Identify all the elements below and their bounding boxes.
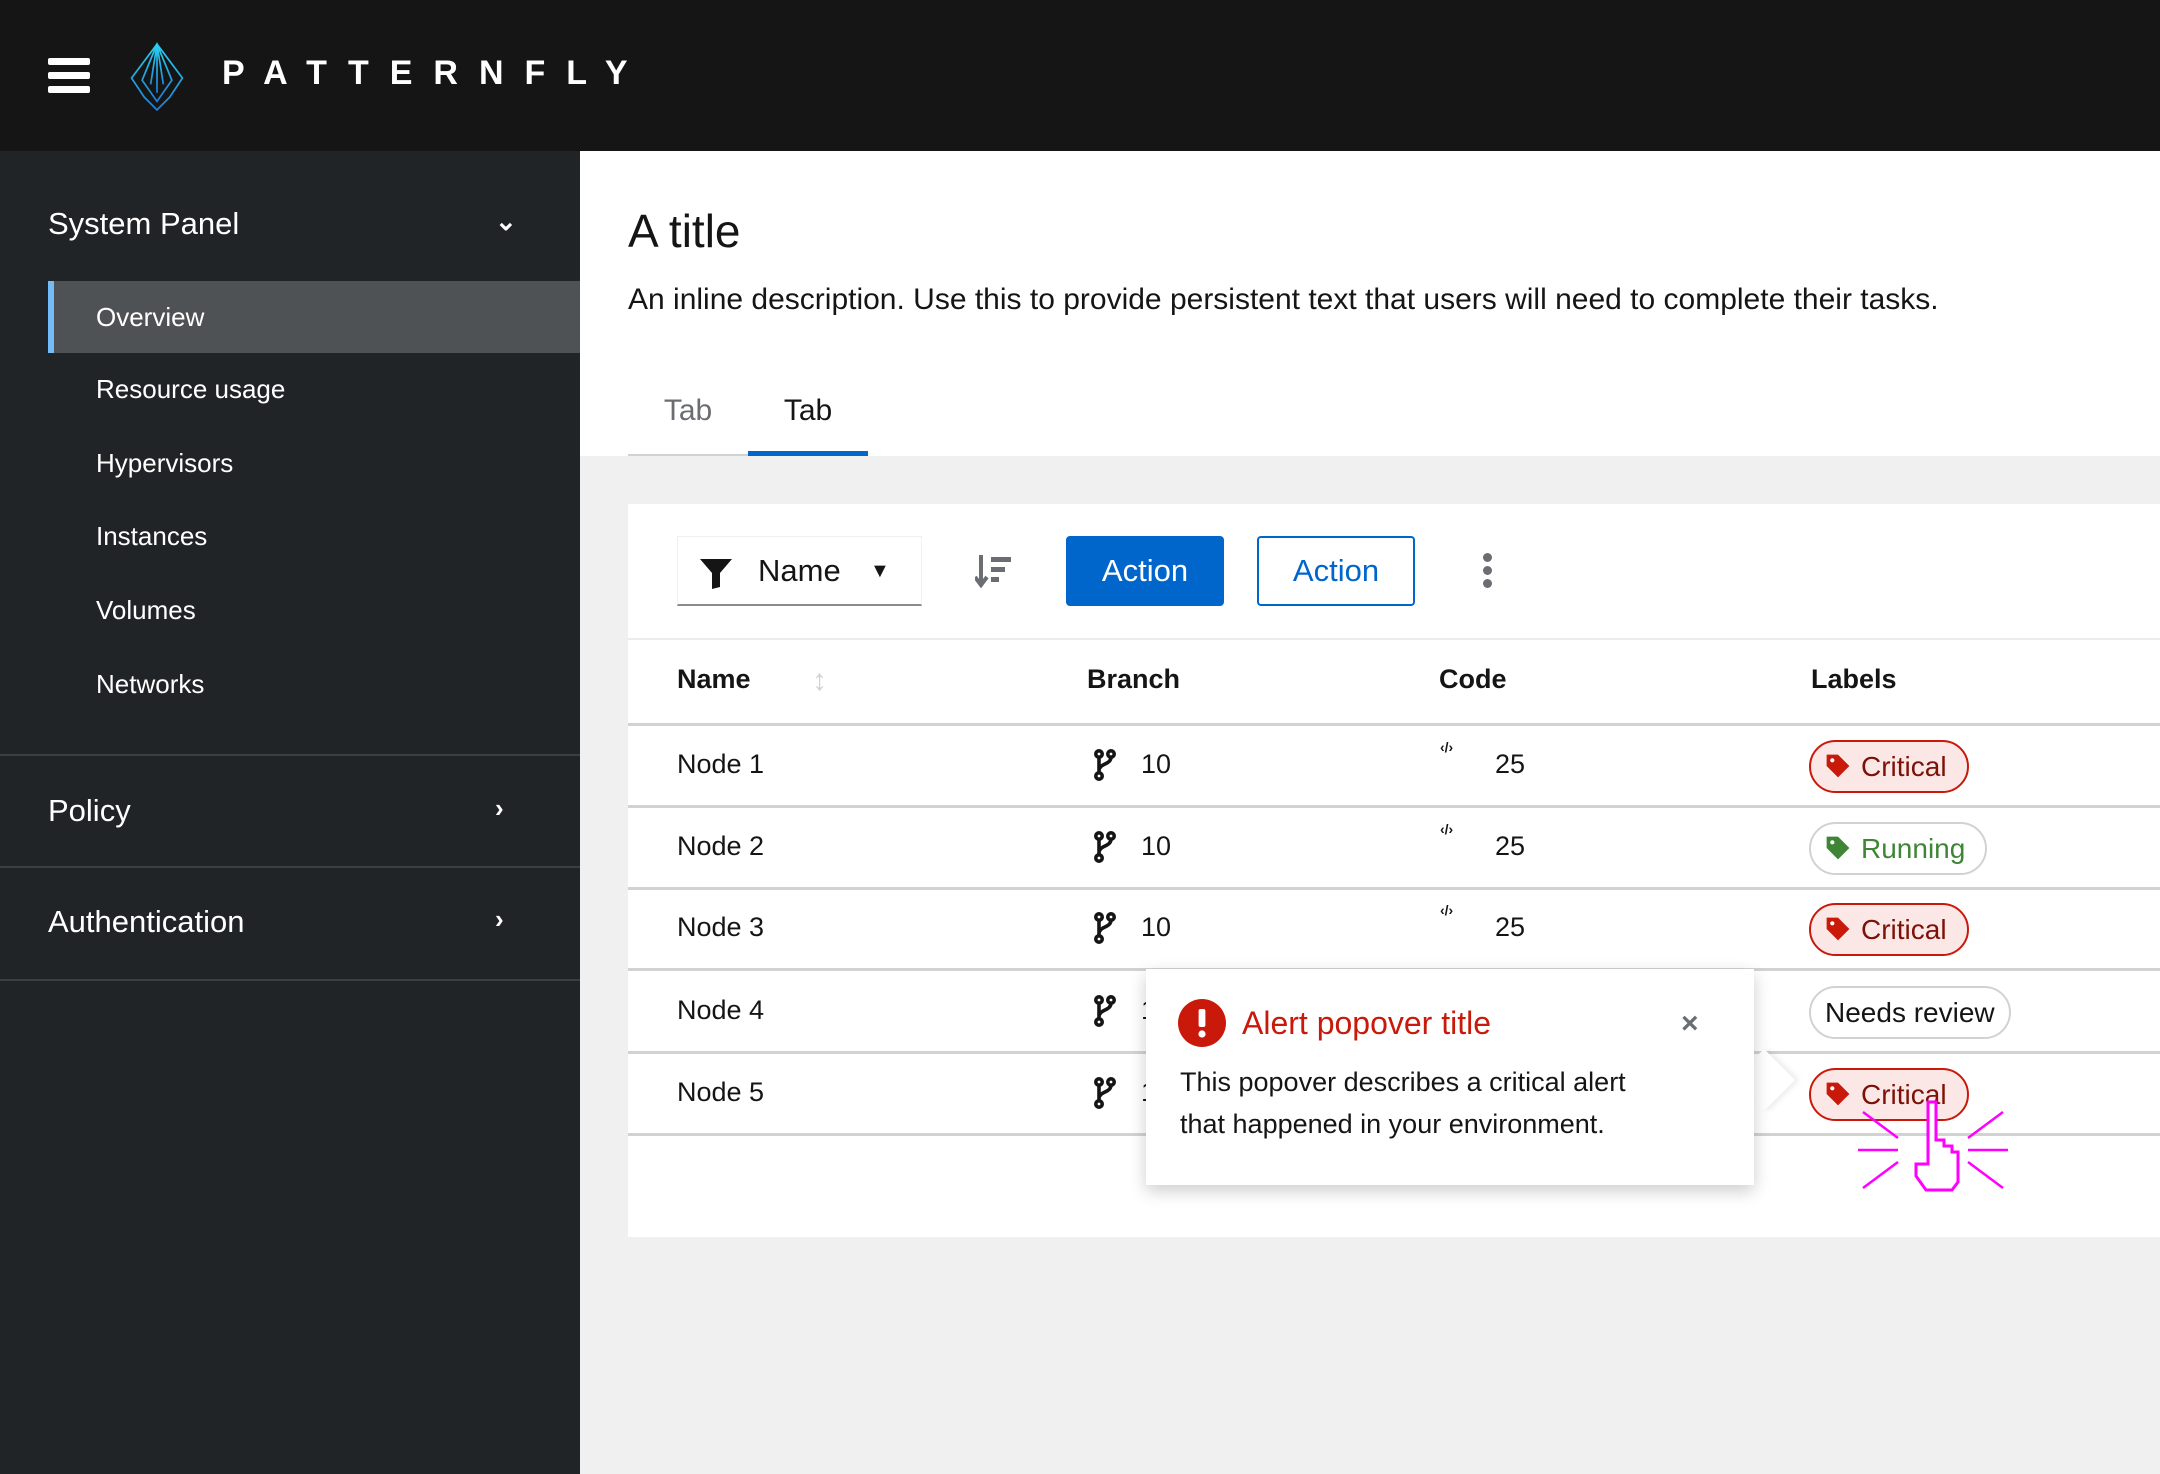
label-text: Needs review <box>1825 997 1995 1028</box>
tag-icon <box>1826 1082 1850 1106</box>
caret-down-icon: ▼ <box>870 560 890 582</box>
cell-branch: 10 <box>1141 912 1172 942</box>
label-critical[interactable]: Critical <box>1809 903 1969 956</box>
hamburger-menu-icon[interactable] <box>48 58 90 94</box>
pointer-cursor-icon <box>1858 1100 2008 1192</box>
code-branch-icon-wrap <box>1093 748 1117 786</box>
kebab-menu-icon[interactable] <box>1478 553 1496 592</box>
page-title: A title <box>628 205 741 257</box>
sidebar-item-hypervisors[interactable]: Hypervisors <box>48 427 580 499</box>
sort-icon[interactable] <box>975 555 1013 589</box>
sort-arrows-icon[interactable]: ↕ <box>812 664 827 698</box>
code-branch-icon <box>1093 830 1117 863</box>
page-description: An inline description. Use this to provi… <box>628 283 1939 316</box>
exclamation-circle-icon <box>1178 999 1226 1047</box>
label-critical[interactable]: Critical <box>1809 740 1969 793</box>
sidebar-item-volumes[interactable]: Volumes <box>48 574 580 646</box>
tag-icon <box>1826 836 1850 860</box>
cell-name: Node 3 <box>677 912 765 942</box>
filter-icon <box>700 559 732 589</box>
tag-icon <box>1826 917 1850 941</box>
cell-name: Node 1 <box>677 749 765 779</box>
divider <box>628 638 2160 640</box>
code-branch-icon-wrap <box>1093 994 1117 1032</box>
cell-name: Node 5 <box>677 1077 765 1107</box>
cell-name: Node 2 <box>677 831 765 861</box>
code-branch-icon <box>1093 748 1117 781</box>
code-branch-icon-wrap <box>1093 830 1117 868</box>
column-header-code: Code <box>1439 664 1507 694</box>
code-icon: ‹/› <box>1440 821 1454 837</box>
nav-group-system-panel[interactable]: System Panel <box>48 206 239 242</box>
sidebar-item-instances[interactable]: Instances <box>48 500 580 572</box>
code-icon: ‹/› <box>1440 739 1454 755</box>
label-text: Running <box>1861 833 1966 864</box>
close-icon[interactable]: × <box>1681 1007 1699 1041</box>
divider <box>628 887 2160 890</box>
sidebar: System Panel ⌄ Overview Resource usage H… <box>0 151 580 1474</box>
alert-popover: Alert popover title × This popover descr… <box>1146 969 1754 1185</box>
column-header-branch: Branch <box>1087 664 1181 694</box>
column-header-labels: Labels <box>1811 664 1897 694</box>
cell-branch: 10 <box>1141 831 1172 861</box>
divider <box>628 805 2160 808</box>
cell-code: 25 <box>1495 912 1526 942</box>
masthead: PATTERNFLY <box>0 0 2160 151</box>
code-branch-icon-wrap <box>1093 911 1117 949</box>
cell-code: 25 <box>1495 831 1526 861</box>
chevron-down-icon[interactable]: ⌄ <box>495 206 517 237</box>
nav-group-authentication[interactable]: Authentication <box>48 904 244 940</box>
code-icon: ‹/› <box>1440 902 1454 918</box>
popover-title: Alert popover title <box>1242 1005 1492 1041</box>
column-header-name[interactable]: Name <box>677 664 751 695</box>
divider <box>0 754 580 756</box>
code-branch-icon <box>1093 911 1117 944</box>
label-neutral[interactable]: Needs review <box>1809 986 2011 1039</box>
label-text: Critical <box>1861 751 1947 782</box>
cell-code: 25 <box>1495 749 1526 779</box>
popover-body: This popover describes a critical alert … <box>1180 1067 1626 1139</box>
code-branch-icon-wrap <box>1093 1076 1117 1114</box>
chevron-right-icon[interactable]: › <box>495 793 504 824</box>
secondary-action-button[interactable]: Action <box>1257 536 1415 606</box>
sidebar-item-resource-usage[interactable]: Resource usage <box>48 353 580 425</box>
tag-icon <box>1826 754 1850 778</box>
sidebar-item-networks[interactable]: Networks <box>48 648 580 720</box>
filter-dropdown[interactable]: Name ▼ <box>677 536 922 606</box>
patternfly-logo-icon <box>130 42 184 112</box>
primary-action-button[interactable]: Action <box>1066 536 1224 606</box>
brand-name: PATTERNFLY <box>222 54 649 92</box>
code-branch-icon <box>1093 994 1117 1027</box>
divider <box>0 866 580 868</box>
chevron-right-icon[interactable]: › <box>495 904 504 935</box>
cell-branch: 10 <box>1141 749 1172 779</box>
divider <box>0 979 580 981</box>
tab-1[interactable]: Tab <box>628 394 748 456</box>
sidebar-item-overview[interactable]: Overview <box>48 281 580 353</box>
code-branch-icon <box>1093 1076 1117 1109</box>
label-running[interactable]: Running <box>1809 822 1988 875</box>
nav-group-policy[interactable]: Policy <box>48 793 131 829</box>
filter-label: Name <box>758 553 841 588</box>
label-text: Critical <box>1861 914 1947 945</box>
divider <box>628 723 2160 726</box>
tab-2[interactable]: Tab <box>748 394 868 456</box>
cell-name: Node 4 <box>677 995 765 1025</box>
